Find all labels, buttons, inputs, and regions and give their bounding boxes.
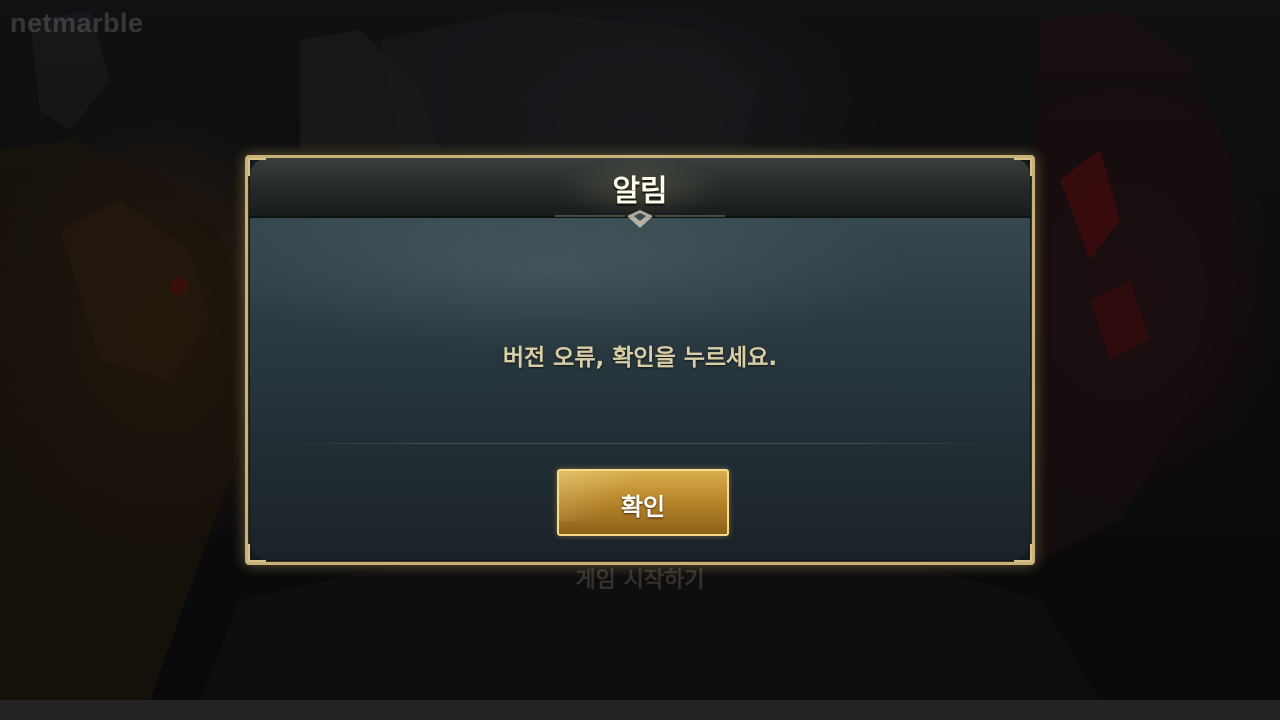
dialog-corner-bottom-right	[1014, 544, 1032, 562]
dialog-title: 알림	[612, 174, 668, 209]
notice-dialog: 알림 버전 오류, 확인을 누르세요. 확인	[245, 155, 1035, 565]
bottom-bar	[0, 700, 1280, 720]
dialog-body: 알림 버전 오류, 확인을 누르세요. 확인	[250, 158, 1030, 560]
dialog-message: 버전 오류, 확인을 누르세요.	[502, 345, 778, 371]
dialog-header: 알림	[250, 158, 1030, 218]
game-start-button-label: 게임 시작하기	[575, 568, 705, 593]
dialog-divider	[270, 443, 1010, 444]
netmarble-logo: netmarble	[10, 8, 144, 38]
confirm-button[interactable]: 확인	[557, 469, 729, 536]
dialog-corner-bottom-left	[248, 544, 266, 562]
confirm-button-label: 확인	[620, 493, 666, 521]
dialog-corner-top-right	[1014, 158, 1032, 176]
dialog-corner-top-left	[248, 158, 266, 176]
title-ornament-icon	[555, 210, 725, 228]
game-background: netmarble 게임 시작하기 알림 버전 오류, 확인을 누르세요. 확인	[0, 0, 1280, 700]
